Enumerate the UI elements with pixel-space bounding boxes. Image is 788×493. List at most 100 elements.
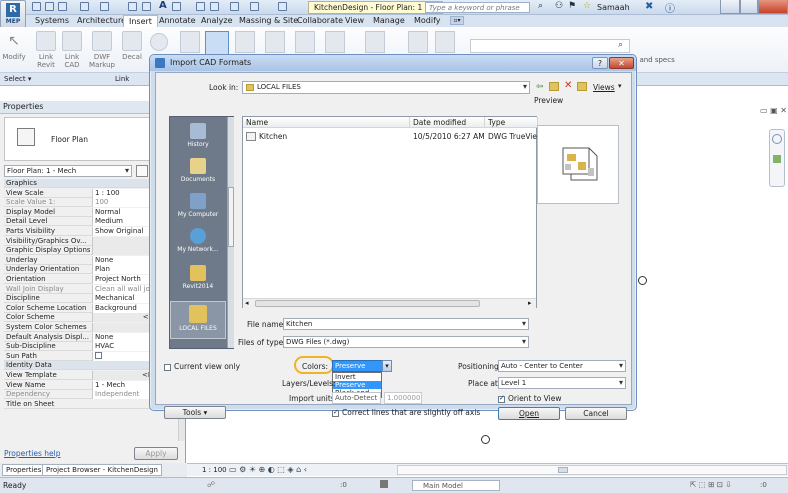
delete-icon[interactable]: ✕: [564, 80, 572, 91]
tab-analyze[interactable]: Analyze: [196, 15, 238, 27]
view-scale[interactable]: 1 : 100: [202, 466, 227, 474]
column-type[interactable]: Type: [485, 117, 538, 128]
column-name[interactable]: Name: [243, 117, 410, 128]
close-hidden-icon[interactable]: [230, 2, 239, 11]
editable-only-icon[interactable]: [380, 480, 388, 488]
selection-icons[interactable]: ⇱ ⬚ ⊞ ⊡ ⇩: [690, 480, 732, 489]
load-family-icon[interactable]: [365, 31, 385, 53]
point-cloud-icon[interactable]: [150, 33, 168, 51]
scroll-left-icon[interactable]: ◂: [245, 299, 249, 307]
filter-count[interactable]: :0: [760, 481, 767, 489]
import-units-dropdown[interactable]: Auto-Detect: [332, 392, 381, 404]
link-revit-button[interactable]: Link Revit: [32, 31, 60, 69]
worksets-icon[interactable]: ☍: [207, 480, 215, 489]
places-scrollbar[interactable]: [227, 117, 234, 348]
back-icon[interactable]: ⇦: [536, 82, 544, 92]
thin-lines-icon[interactable]: [210, 2, 219, 11]
image-icon[interactable]: [295, 31, 315, 53]
tab-project-browser[interactable]: Project Browser - KitchenDesign: [42, 464, 162, 476]
design-option-selector[interactable]: Main Model: [412, 480, 500, 491]
scrollbar-thumb[interactable]: [558, 467, 568, 473]
dialog-help-button[interactable]: ?: [592, 57, 608, 69]
measure-icon[interactable]: [128, 2, 137, 11]
place-my-network[interactable]: My Network...: [170, 228, 226, 253]
maximize-button[interactable]: [740, 0, 758, 14]
place-documents[interactable]: Documents: [170, 158, 226, 183]
current-view-only-box[interactable]: [164, 363, 171, 371]
dimension-icon[interactable]: [142, 2, 151, 11]
current-view-only-checkbox[interactable]: Current view only: [164, 362, 240, 371]
place-my-computer[interactable]: My Computer: [170, 193, 226, 218]
file-list[interactable]: Name Date modified Type Kitchen 10/5/201…: [242, 116, 538, 308]
tab-properties[interactable]: Properties: [2, 464, 46, 476]
user-name[interactable]: Samaah: [597, 3, 630, 12]
file-name-input[interactable]: Kitchen: [283, 318, 529, 330]
views-menu[interactable]: Views: [593, 83, 615, 92]
search-input[interactable]: Type a keyword or phrase: [425, 2, 530, 13]
insert-views-icon[interactable]: [265, 31, 285, 53]
file-row[interactable]: Kitchen 10/5/2010 6:27 AM DWG TrueView: [243, 131, 538, 142]
ribbon-toggle-icon[interactable]: ▫▾: [450, 16, 464, 25]
import-cad-icon[interactable]: [205, 31, 229, 55]
edit-type-icon[interactable]: [136, 165, 148, 177]
text-tool-icon[interactable]: A: [159, 0, 167, 11]
place-at-dropdown[interactable]: Level 1: [498, 377, 626, 389]
save-icon[interactable]: [45, 2, 54, 11]
place-local-files[interactable]: LOCAL FILES: [170, 301, 226, 339]
import-units-scale-input[interactable]: 1.000000: [384, 392, 422, 404]
open-icon[interactable]: [32, 2, 41, 11]
select-menu[interactable]: Select ▾: [4, 75, 31, 83]
orient-to-view-box[interactable]: [498, 394, 505, 403]
undo-icon[interactable]: [80, 2, 89, 11]
link-cad-button[interactable]: Link CAD: [58, 31, 86, 69]
look-in-dropdown[interactable]: LOCAL FILES: [242, 81, 530, 94]
application-menu-button[interactable]: R MEP: [0, 0, 26, 28]
redo-icon[interactable]: [100, 2, 109, 11]
file-list-scroll-thumb[interactable]: [255, 300, 480, 307]
tools-button[interactable]: Tools ▾: [164, 406, 226, 419]
favorites-icon[interactable]: ☆: [583, 1, 591, 11]
tab-modify[interactable]: Modify: [409, 15, 446, 27]
tab-annotate[interactable]: Annotate: [154, 15, 201, 27]
correct-lines-checkbox[interactable]: Correct lines that are slightly off axis: [332, 408, 480, 417]
coordination-model-icon[interactable]: [180, 31, 200, 53]
steering-wheel-icon[interactable]: [772, 134, 782, 144]
load-as-group-icon[interactable]: [435, 31, 455, 53]
tab-view[interactable]: View: [340, 15, 369, 27]
tab-systems[interactable]: Systems: [30, 15, 74, 27]
horizontal-scrollbar[interactable]: [397, 465, 787, 475]
color-option-preserve[interactable]: Preserve: [333, 381, 381, 389]
load-autodesk-family-icon[interactable]: [408, 31, 428, 53]
up-folder-icon[interactable]: [549, 82, 559, 91]
place-history[interactable]: History: [170, 123, 226, 148]
navigation-bar[interactable]: [769, 129, 785, 187]
zoom-icon[interactable]: [773, 155, 781, 163]
binoculars-icon[interactable]: ⌕: [538, 1, 543, 11]
tab-manage[interactable]: Manage: [368, 15, 410, 27]
file-list-scrollbar[interactable]: ◂ ▸: [243, 298, 536, 308]
column-date-modified[interactable]: Date modified: [410, 117, 485, 128]
properties-help-link[interactable]: Properties help: [4, 449, 61, 458]
instance-selector[interactable]: Floor Plan: 1 - Mech: [4, 165, 132, 177]
section-icon[interactable]: [196, 2, 205, 11]
dialog-title-bar[interactable]: Import CAD Formats ? ✕: [150, 55, 636, 71]
view-window-controls[interactable]: ▭ ▣ ✕: [760, 106, 787, 115]
close-window-button[interactable]: [758, 0, 788, 14]
help-icon[interactable]: ⓘ: [665, 0, 675, 15]
tab-insert[interactable]: Insert: [123, 15, 158, 27]
customize-qat-icon[interactable]: [278, 2, 287, 11]
binoculars-search-icon[interactable]: ⌕: [618, 40, 623, 50]
sync-icon[interactable]: [58, 2, 67, 11]
positioning-dropdown[interactable]: Auto - Center to Center: [498, 360, 626, 372]
modify-button[interactable]: ↖ Modify: [0, 31, 28, 61]
communication-icon[interactable]: ⚑: [568, 1, 576, 11]
orient-to-view-checkbox[interactable]: Orient to View: [498, 394, 561, 403]
places-scroll-thumb[interactable]: [228, 187, 234, 247]
manage-images-icon[interactable]: [325, 31, 345, 53]
open-button[interactable]: Open: [498, 407, 560, 420]
scroll-right-icon[interactable]: ▸: [528, 299, 532, 307]
apply-button[interactable]: Apply: [134, 447, 178, 460]
switch-windows-icon[interactable]: [250, 2, 259, 11]
exchange-icon[interactable]: ✖: [645, 1, 653, 12]
sun-path-checkbox[interactable]: [95, 352, 102, 360]
